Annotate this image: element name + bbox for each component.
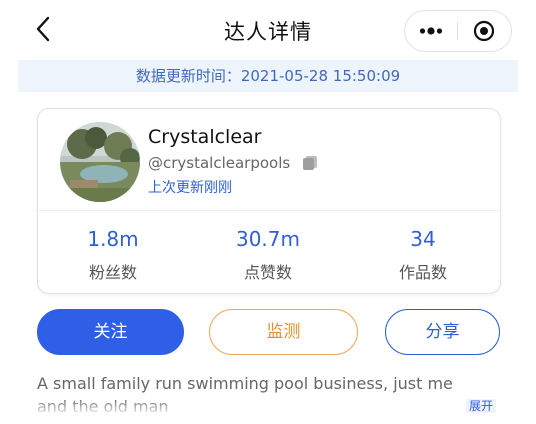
profile-name: Crystalclear [148, 126, 262, 148]
copy-icon[interactable] [302, 155, 318, 171]
data-update-time: 数据更新时间：2021-05-28 15:50:09 [18, 60, 518, 92]
close-button[interactable] [458, 11, 510, 51]
profile-handle: @crystalclearpools [148, 154, 291, 172]
last-update-link[interactable]: 上次更新刚刚 [148, 177, 232, 197]
more-button[interactable] [405, 11, 457, 51]
stat-followers: 1.8m 粉丝数 [53, 227, 173, 283]
monitor-button[interactable]: 监测 [209, 309, 358, 355]
avatar[interactable] [60, 122, 140, 202]
nav-bar: 达人详情 [0, 0, 536, 58]
target-close-icon [473, 20, 495, 42]
profile-card: Crystalclear @crystalclearpools 上次更新刚刚 1… [37, 108, 501, 294]
stat-label: 点赞数 [243, 263, 292, 282]
stat-works: 34 作品数 [363, 227, 483, 283]
stat-label: 粉丝数 [88, 263, 137, 282]
avatar-photo [60, 122, 140, 202]
expand-button[interactable]: 展开 [466, 399, 497, 413]
more-dots-icon [419, 27, 443, 35]
bio-fade [0, 398, 536, 424]
stat-value: 34 [410, 227, 436, 251]
stat-likes: 30.7m 点赞数 [208, 227, 328, 283]
stat-value: 30.7m [235, 227, 300, 251]
card-divider [38, 210, 500, 211]
stat-label: 作品数 [398, 263, 447, 282]
mini-program-capsule [404, 10, 512, 52]
share-button[interactable]: 分享 [385, 309, 500, 355]
stat-value: 1.8m [87, 227, 139, 251]
follow-button[interactable]: 关注 [37, 309, 184, 355]
